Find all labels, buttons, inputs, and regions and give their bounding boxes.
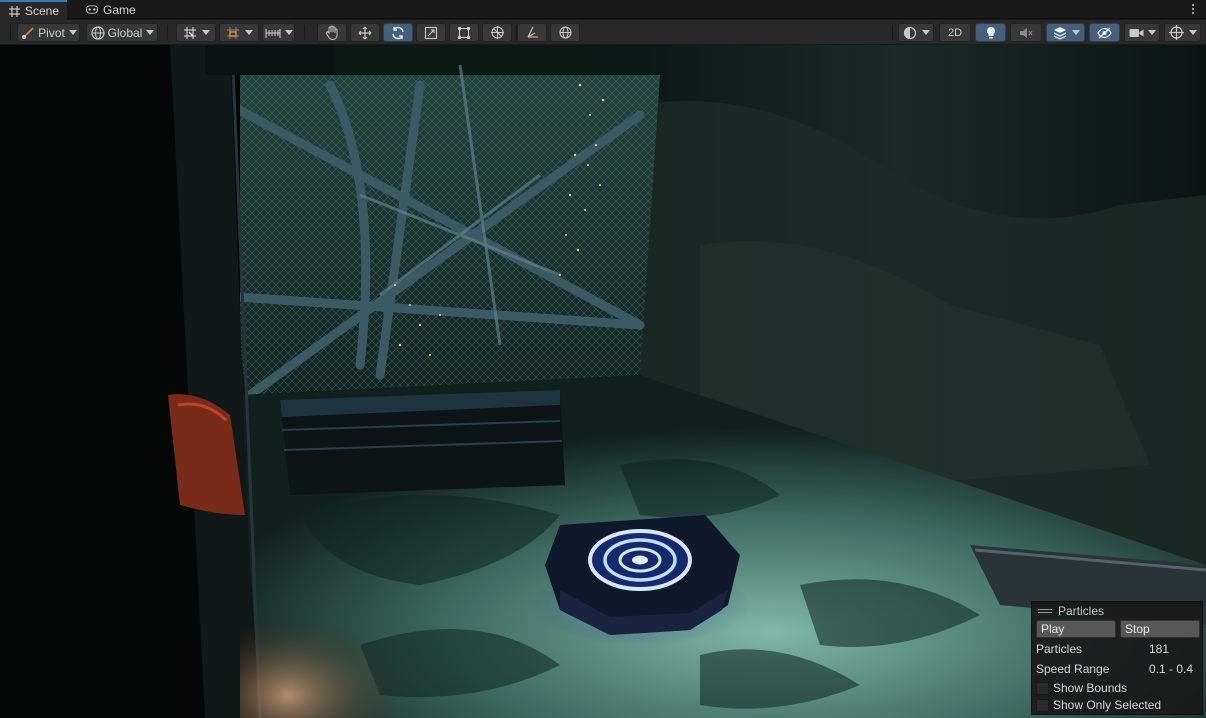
effects-dropdown[interactable]: [1046, 23, 1085, 42]
chevron-down-icon: [245, 30, 253, 35]
speaker-muted-icon: [1018, 25, 1034, 41]
particles-panel-header[interactable]: Particles: [1032, 602, 1202, 620]
camera-dropdown[interactable]: [1124, 23, 1160, 42]
toolbar-separator: [892, 25, 893, 40]
scale-tool-button[interactable]: [416, 23, 446, 42]
speed-range-value: 0.1 - 0.4: [1149, 662, 1194, 676]
custom-tool-button[interactable]: [517, 23, 547, 42]
collider-icon: [557, 25, 573, 41]
tab-scene-label: Scene: [25, 4, 60, 18]
chevron-down-icon: [1148, 30, 1156, 35]
draw-mode-dropdown[interactable]: [898, 23, 934, 42]
grid-snapping-dropdown[interactable]: [176, 23, 216, 42]
scene-visibility-button[interactable]: [1089, 23, 1120, 42]
lighting-toggle-button[interactable]: [975, 23, 1006, 42]
pivot-label: Pivot: [38, 25, 65, 40]
pivot-icon: [20, 25, 36, 41]
particles-count-value: 181: [1149, 642, 1170, 656]
toggle-2d-label: 2D: [947, 26, 963, 39]
eye-slash-icon: [1097, 25, 1113, 41]
chevron-down-icon: [284, 30, 293, 35]
scene-viewport[interactable]: Particles Play Stop Particles 181 Speed …: [0, 45, 1206, 718]
show-only-selected-row[interactable]: Show Only Selected: [1036, 697, 1200, 713]
camera-icon: [1128, 25, 1144, 41]
particles-count-row: Particles 181: [1036, 641, 1200, 657]
transform-tool-button[interactable]: [482, 23, 512, 42]
scene-toolbar: Pivot Global 2D: [0, 20, 1206, 45]
toggle-2d-button[interactable]: 2D: [939, 23, 971, 42]
particles-overlay-panel: Particles Play Stop Particles 181 Speed …: [1031, 601, 1203, 715]
chevron-down-icon: [202, 30, 210, 35]
show-bounds-checkbox[interactable]: [1036, 681, 1049, 695]
shading-sphere-icon: [902, 25, 918, 41]
more-options-icon[interactable]: [1190, 1, 1196, 17]
show-bounds-row[interactable]: Show Bounds: [1036, 680, 1200, 696]
move-icon: [357, 25, 373, 41]
hand-icon: [324, 25, 340, 41]
grid-icon: [8, 5, 20, 17]
globe-icon: [90, 25, 106, 41]
toolbar-separator: [304, 25, 305, 40]
align-dropdown[interactable]: [262, 23, 295, 42]
pivot-dropdown[interactable]: Pivot: [17, 23, 80, 42]
particles-title: Particles: [1058, 604, 1105, 618]
toolbar-separator: [167, 25, 168, 40]
scene-render: [0, 45, 1206, 718]
drag-handle-icon[interactable]: [1038, 609, 1052, 613]
rect-transform-icon: [456, 25, 472, 41]
chevron-down-icon: [146, 30, 155, 35]
window-tab-bar: Scene Game: [0, 0, 1206, 20]
scale-icon: [423, 25, 439, 41]
layers-icon: [1052, 25, 1068, 41]
stop-button-label: Stop: [1125, 622, 1150, 636]
view-tool-button[interactable]: [317, 23, 347, 42]
stop-button[interactable]: Stop: [1120, 620, 1200, 638]
speed-range-label: Speed Range: [1036, 662, 1110, 676]
rotate-icon: [390, 25, 406, 41]
audio-toggle-button[interactable]: [1010, 23, 1042, 42]
lightbulb-icon: [983, 25, 999, 41]
axis-tool-icon: [524, 25, 540, 41]
particles-count-label: Particles: [1036, 642, 1083, 656]
global-dropdown[interactable]: Global: [86, 23, 158, 42]
chevron-down-icon: [68, 30, 77, 35]
gizmos-dropdown[interactable]: [1164, 23, 1201, 42]
play-button[interactable]: Play: [1036, 620, 1116, 638]
tab-game-label: Game: [103, 2, 136, 17]
ruler-icon: [264, 25, 281, 41]
chevron-down-icon: [922, 30, 930, 35]
show-only-selected-checkbox[interactable]: [1036, 698, 1049, 712]
rect-tool-button[interactable]: [449, 23, 479, 42]
increment-snapping-dropdown[interactable]: [219, 23, 259, 42]
chevron-down-icon: [1071, 30, 1080, 35]
tab-game[interactable]: Game: [78, 0, 144, 19]
gamepad-icon: [86, 4, 98, 16]
collider-tool-button[interactable]: [550, 23, 580, 42]
play-button-label: Play: [1041, 622, 1065, 636]
chevron-down-icon: [1188, 30, 1197, 35]
move-tool-button[interactable]: [350, 23, 380, 42]
speed-range-row: Speed Range 0.1 - 0.4: [1036, 661, 1200, 677]
toolbar-separator: [10, 25, 11, 40]
show-only-selected-label: Show Only Selected: [1053, 698, 1162, 712]
increment-snap-icon: [225, 25, 241, 41]
transform-all-icon: [489, 25, 505, 41]
tab-scene[interactable]: Scene: [0, 0, 68, 20]
gizmo-globe-icon: [1169, 25, 1185, 41]
rotate-tool-button[interactable]: [383, 23, 413, 42]
global-label: Global: [107, 25, 143, 40]
show-bounds-label: Show Bounds: [1053, 681, 1128, 695]
grid-snap-icon: [182, 25, 198, 41]
